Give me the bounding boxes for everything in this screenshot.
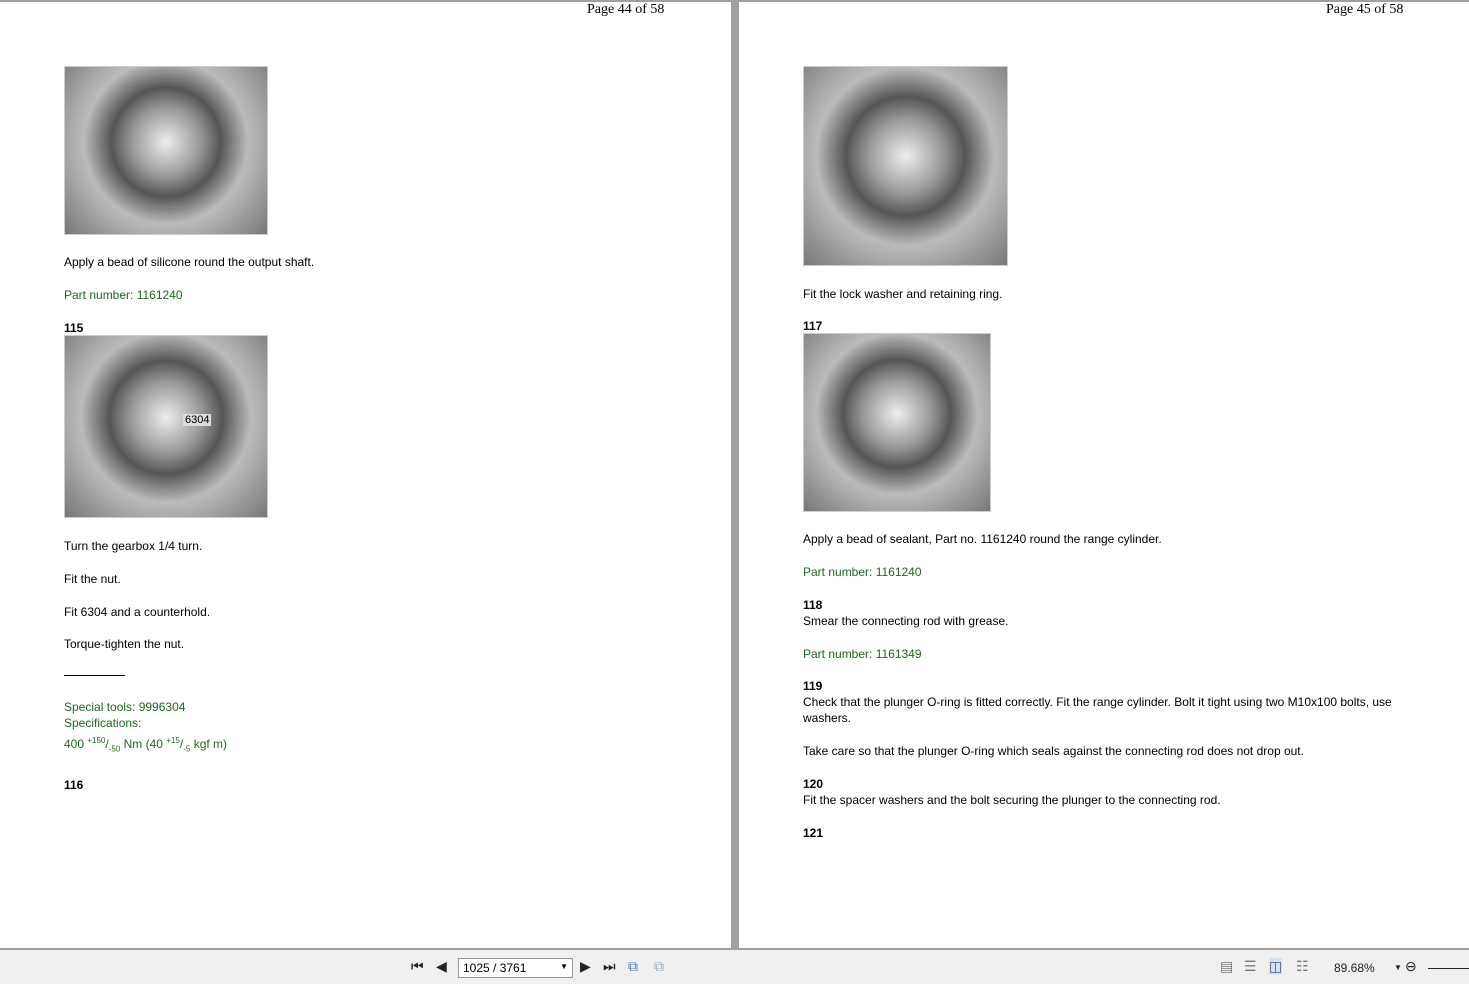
- zoom-slider[interactable]: [1428, 968, 1469, 969]
- step-number: 117: [803, 319, 823, 333]
- zoom-out-icon[interactable]: ⊖: [1405, 958, 1417, 975]
- special-tools: Special tools: 9996304: [64, 700, 186, 714]
- photo-gearbox: 6304: [64, 335, 268, 518]
- torque-spec: 400 +150/-50 Nm (40 +15/-5 kgf m): [64, 736, 228, 754]
- part-number: Part number: 1161240: [64, 288, 183, 302]
- photo-output-shaft: [64, 66, 268, 235]
- chevron-down-icon[interactable]: ▼: [560, 962, 568, 971]
- page-header: Page 45 of 58: [1326, 2, 1404, 17]
- instruction: Fit the nut.: [64, 572, 121, 586]
- step-number: 116: [64, 778, 84, 792]
- step-number: 121: [803, 826, 824, 840]
- single-page-icon[interactable]: ▤: [1220, 958, 1233, 975]
- part-number: Part number: 1161349: [803, 647, 922, 661]
- zoom-dropdown-icon[interactable]: ▼: [1394, 963, 1402, 972]
- photo-range-cylinder: [803, 333, 991, 512]
- instruction: Torque-tighten the nut.: [64, 637, 185, 651]
- next-page-icon[interactable]: ▶: [580, 958, 591, 975]
- instruction: Fit the spacer washers and the bolt secu…: [803, 793, 1221, 807]
- part-number: Part number: 1161240: [803, 565, 922, 579]
- pdf-page-45: Page 45 of 58 Fit the lock washer and re…: [739, 2, 1469, 948]
- page-number-input[interactable]: 1025 / 3761 ▼: [458, 958, 573, 978]
- instruction: washers.: [803, 711, 852, 725]
- zoom-level[interactable]: 89.68%: [1334, 961, 1375, 975]
- instruction: Take care so that the plunger O-ring whi…: [803, 744, 1304, 758]
- page-header: Page 44 of 58: [587, 2, 665, 17]
- instruction: Fit 6304 and a counterhold.: [64, 605, 211, 619]
- caption: Fit the lock washer and retaining ring.: [803, 287, 1003, 301]
- caption: Apply a bead of sealant, Part no. 116124…: [803, 532, 1162, 546]
- instruction: Turn the gearbox 1/4 turn.: [64, 539, 203, 553]
- next-view-icon[interactable]: ⧉: [654, 958, 664, 975]
- divider: [64, 675, 125, 676]
- step-number: 118: [803, 598, 823, 612]
- facing-pages-icon[interactable]: ◫: [1269, 958, 1283, 975]
- instruction: Smear the connecting rod with grease.: [803, 614, 1009, 628]
- specs-label: Specifications:: [64, 716, 142, 730]
- step-number: 120: [803, 777, 824, 791]
- step-number: 119: [803, 679, 823, 693]
- previous-view-icon[interactable]: ⧉: [628, 958, 638, 975]
- last-page-icon[interactable]: ⏭: [603, 958, 616, 975]
- bottom-toolbar: ⏮ ◀ 1025 / 3761 ▼ ▶ ⏭ ⧉ ⧉ ▤ ☰ ◫ ☷ 89.68% …: [0, 950, 1469, 984]
- first-page-icon[interactable]: ⏮: [411, 958, 424, 975]
- continuous-facing-icon[interactable]: ☷: [1296, 958, 1309, 975]
- caption: Apply a bead of silicone round the outpu…: [64, 255, 315, 269]
- prev-page-icon[interactable]: ◀: [436, 958, 447, 975]
- photo-label: 6304: [183, 414, 212, 426]
- pdf-page-44: Page 44 of 58 Apply a bead of silicone r…: [0, 2, 731, 948]
- instruction: Check that the plunger O-ring is fitted …: [803, 695, 1392, 709]
- step-number: 115: [64, 321, 84, 335]
- continuous-page-icon[interactable]: ☰: [1244, 958, 1257, 975]
- photo-lock-washer: [803, 66, 1008, 266]
